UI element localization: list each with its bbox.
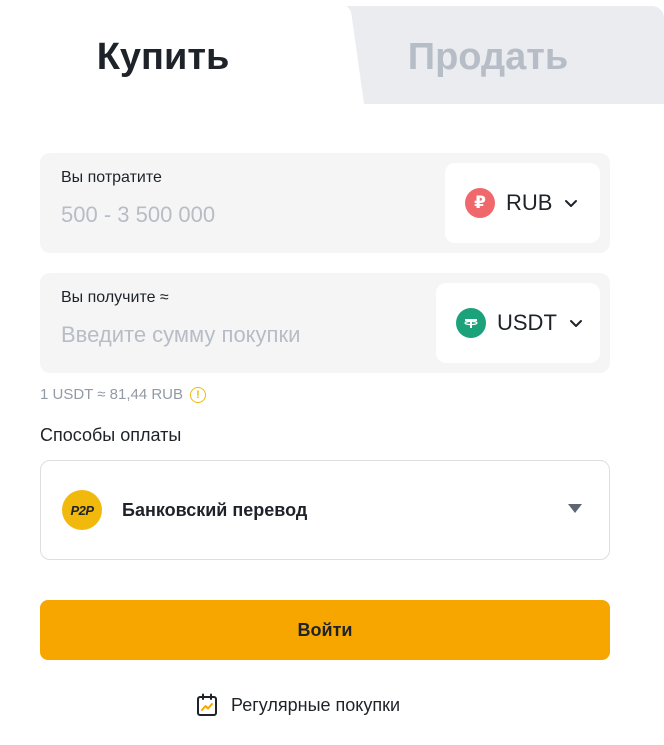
receive-amount-input[interactable]	[61, 317, 421, 353]
tab-buy[interactable]: Купить	[0, 34, 326, 80]
receive-amount-box: Вы получите ≈ USDT	[40, 273, 610, 373]
receive-currency-label: USDT	[497, 310, 557, 335]
exchange-rate: 1 USDT ≈ 81,44 RUB !	[40, 386, 207, 403]
spend-amount-input[interactable]	[61, 197, 421, 233]
chevron-down-icon	[569, 320, 582, 327]
tether-icon	[456, 308, 486, 338]
caret-down-icon	[568, 504, 582, 513]
exchange-rate-text: 1 USDT ≈ 81,44 RUB	[40, 386, 184, 403]
payment-methods-title: Способы оплаты	[40, 425, 182, 445]
login-button[interactable]: Войти	[40, 600, 610, 660]
recurring-purchases-link[interactable]: Регулярные покупки	[196, 693, 400, 717]
calendar-icon	[197, 693, 217, 716]
payment-method-label: Банковский перевод	[122, 500, 308, 520]
chevron-down-icon	[565, 200, 578, 207]
receive-label: Вы получите ≈	[61, 289, 169, 306]
tab-sell[interactable]: Продать	[350, 34, 626, 80]
spend-currency-select[interactable]: ₽ RUB	[445, 163, 600, 243]
spend-currency-label: RUB	[506, 190, 553, 215]
spend-amount-box: Вы потратите ₽ RUB	[40, 153, 610, 253]
buy-sell-widget: Купить Продать Вы потратите ₽ RUB Вы пол…	[0, 0, 664, 745]
payment-method-select[interactable]: P2P Банковский перевод	[40, 460, 610, 560]
spend-label: Вы потратите	[61, 169, 162, 186]
ruble-icon: ₽	[465, 188, 495, 218]
info-icon[interactable]: !	[190, 386, 207, 403]
receive-currency-select[interactable]: USDT	[436, 283, 600, 363]
recurring-purchases-label: Регулярные покупки	[231, 694, 401, 715]
p2p-icon: P2P	[62, 490, 102, 530]
